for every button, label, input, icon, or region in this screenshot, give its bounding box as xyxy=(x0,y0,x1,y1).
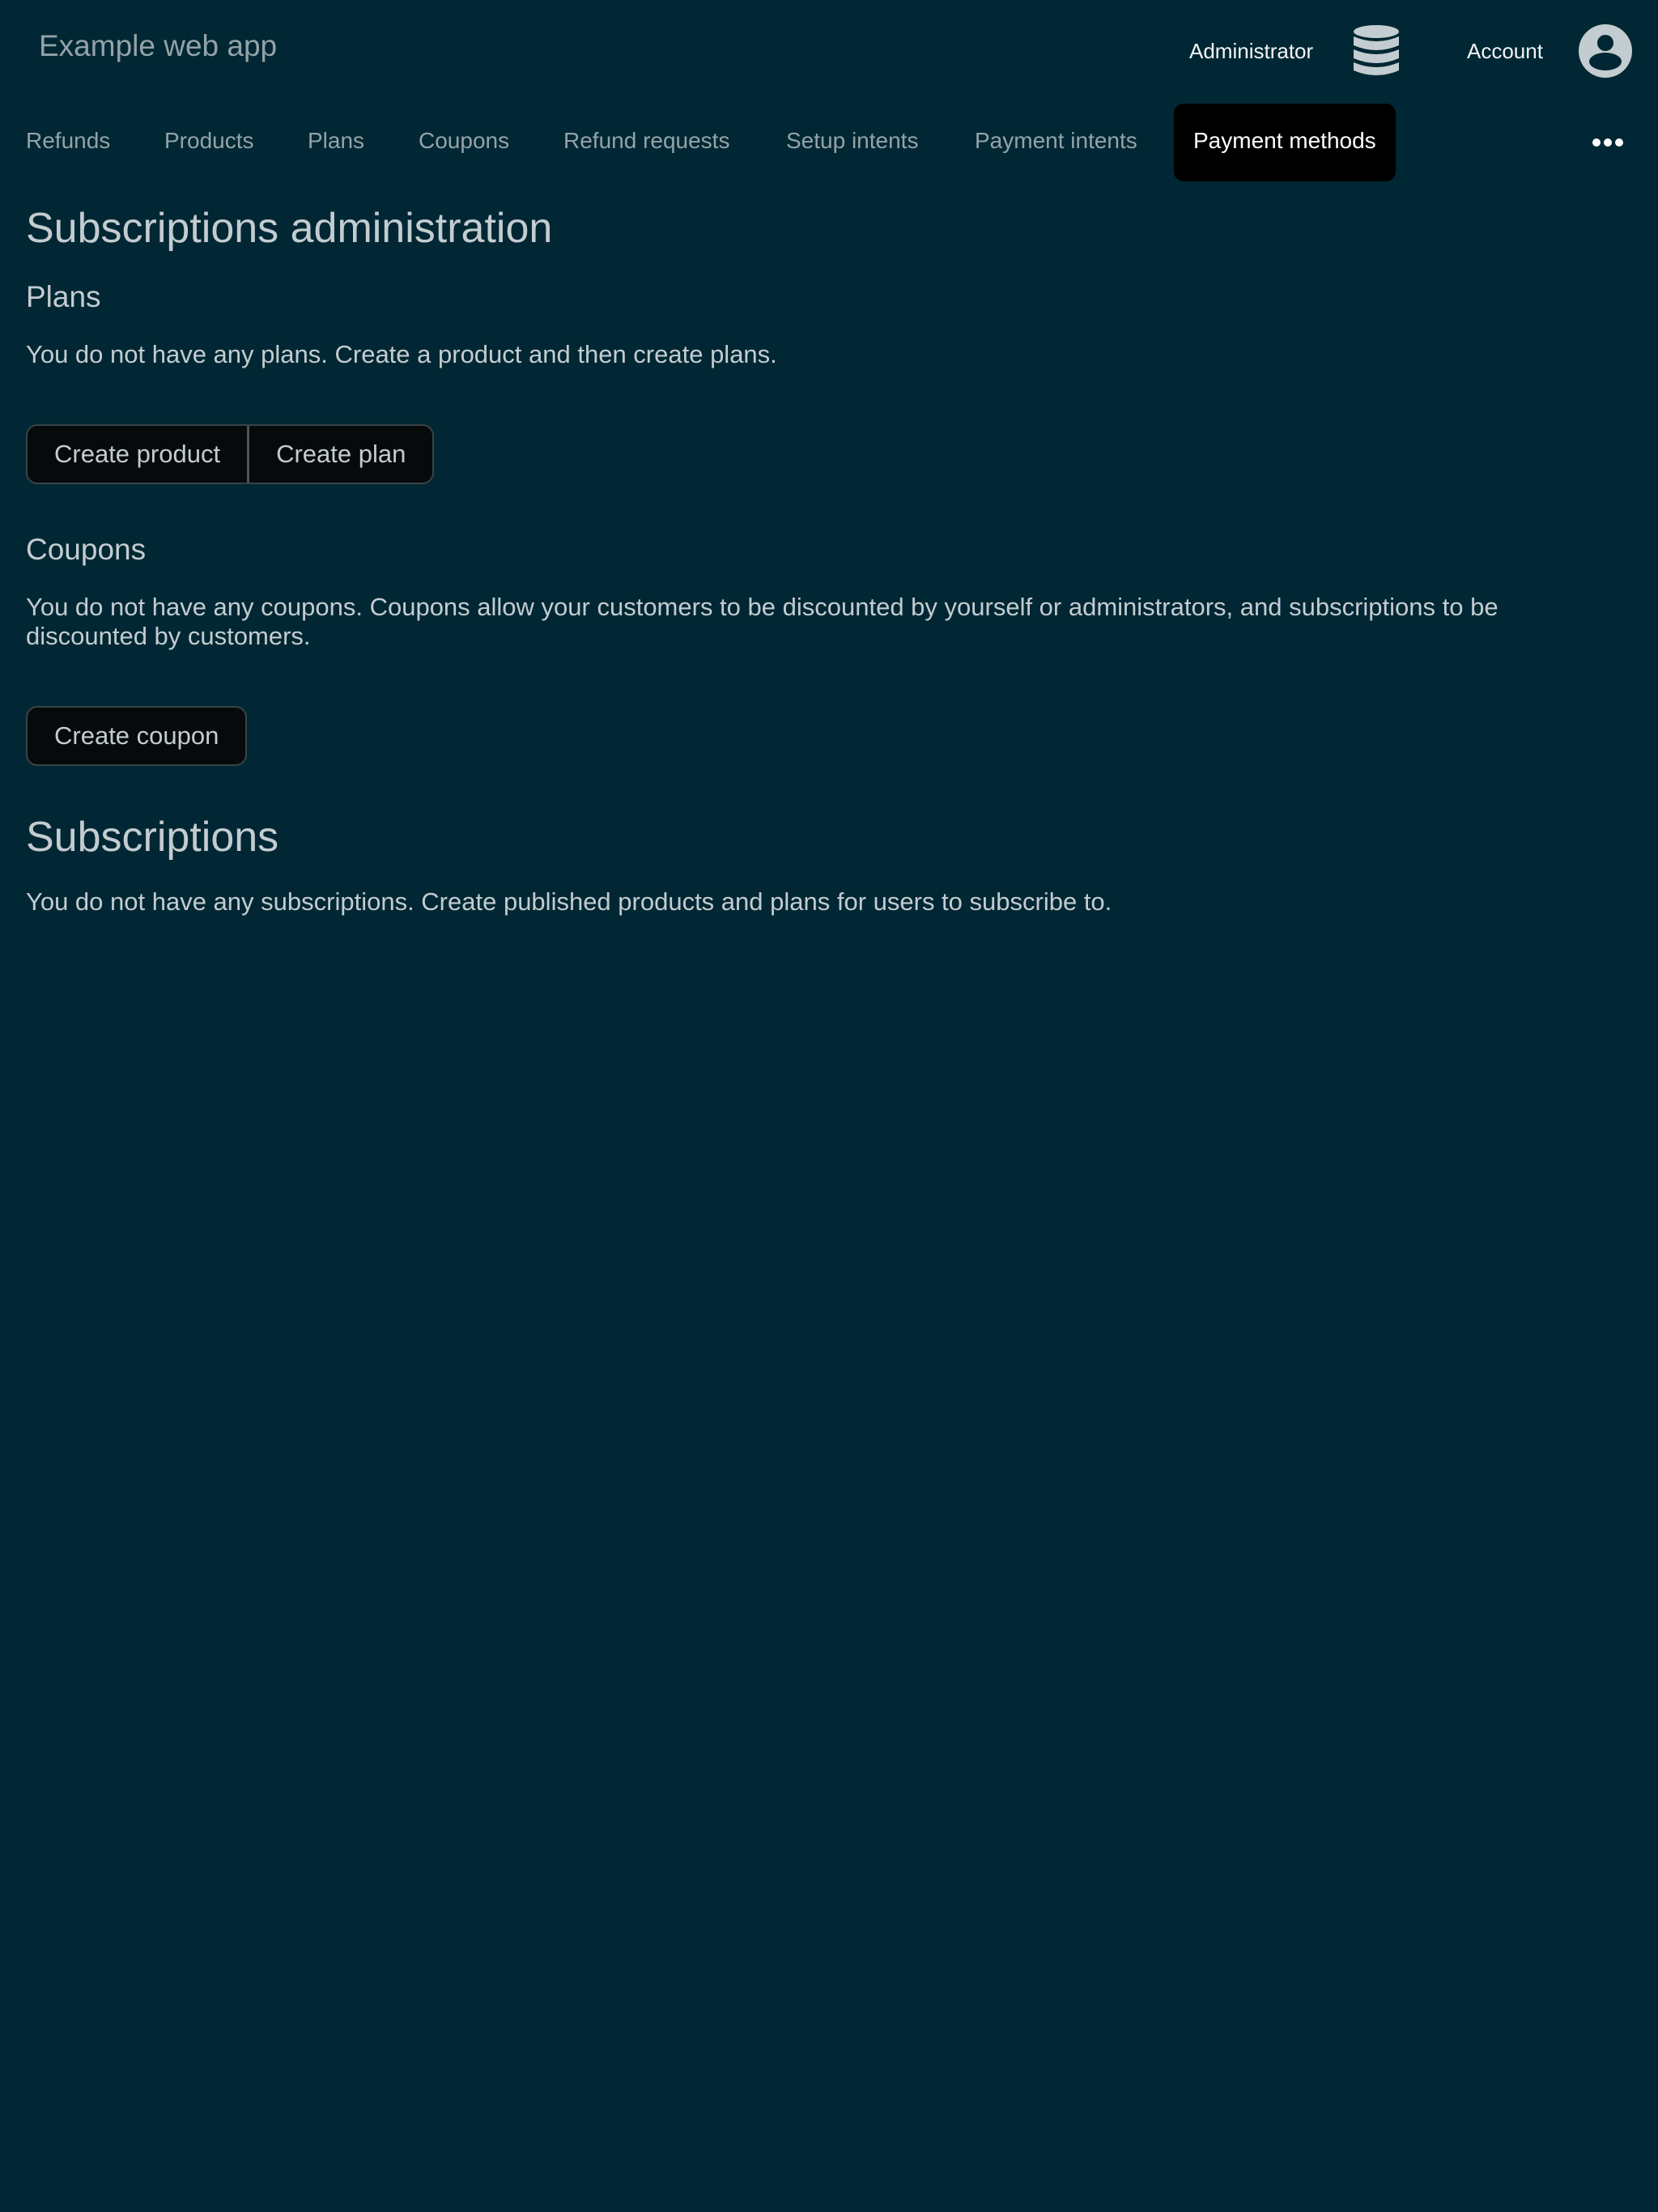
coupons-heading: Coupons xyxy=(26,533,147,566)
user-circle-icon[interactable] xyxy=(1579,24,1632,78)
plans-button-group: Create product Create plan xyxy=(26,424,435,484)
plans-heading: Plans xyxy=(26,280,101,313)
admin-nav: Refunds Products Plans Coupons Refund re… xyxy=(0,104,1658,181)
tab-setup-intents[interactable]: Setup intents xyxy=(786,104,918,181)
tab-refunds[interactable]: Refunds xyxy=(26,104,110,181)
top-bar: Example web app Administrator Account xyxy=(0,0,1658,100)
page-title: Subscriptions administration xyxy=(26,205,553,252)
create-plan-button[interactable]: Create plan xyxy=(247,426,432,483)
tab-coupons[interactable]: Coupons xyxy=(419,104,509,181)
coupons-button-group: Create coupon xyxy=(26,706,248,766)
tab-payment-intents[interactable]: Payment intents xyxy=(975,104,1137,181)
app-title[interactable]: Example web app xyxy=(39,29,277,63)
tab-refund-requests[interactable]: Refund requests xyxy=(563,104,729,181)
database-icon[interactable] xyxy=(1352,24,1401,78)
create-product-button[interactable]: Create product xyxy=(28,426,247,483)
tab-payment-methods[interactable]: Payment methods xyxy=(1174,104,1396,181)
subscriptions-heading: Subscriptions xyxy=(26,814,279,861)
administrator-link[interactable]: Administrator xyxy=(1189,39,1313,64)
account-link[interactable]: Account xyxy=(1467,39,1543,64)
tab-plans[interactable]: Plans xyxy=(308,104,364,181)
subscriptions-empty-message: You do not have any subscriptions. Creat… xyxy=(26,887,1112,916)
tab-products[interactable]: Products xyxy=(164,104,254,181)
coupons-empty-message: You do not have any coupons. Coupons all… xyxy=(26,593,1499,650)
create-coupon-button[interactable]: Create coupon xyxy=(28,708,245,764)
more-horizontal-icon[interactable] xyxy=(1592,130,1624,155)
plans-empty-message: You do not have any plans. Create a prod… xyxy=(26,340,777,368)
